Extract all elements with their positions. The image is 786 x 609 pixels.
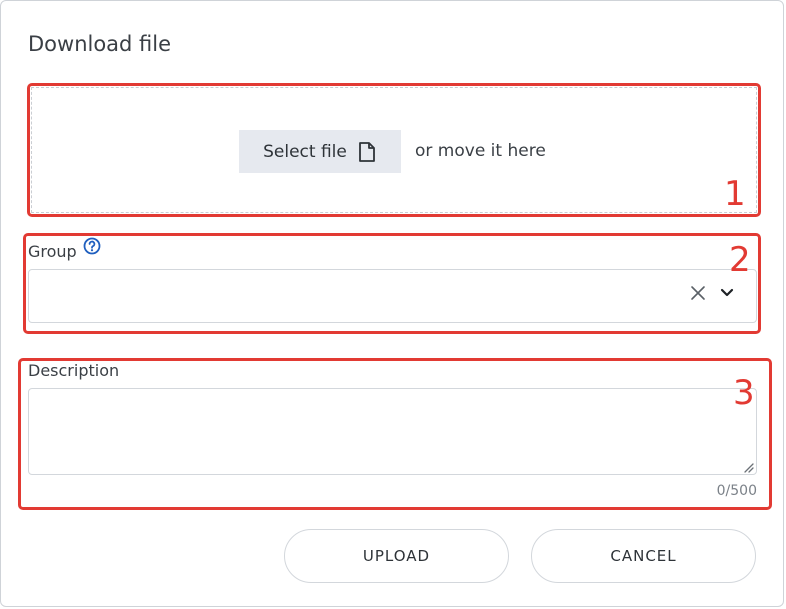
download-file-dialog: Download file Select file or move it her… [0,0,784,607]
annotation-number-1: 1 [724,174,746,214]
annotation-number-3: 3 [733,373,755,413]
dialog-title: Download file [28,32,172,56]
annotation-number-2: 2 [729,240,751,280]
cancel-button[interactable]: CANCEL [531,529,756,583]
upload-button[interactable]: UPLOAD [284,529,509,583]
annotation-box-3 [18,358,772,510]
annotation-box-2 [23,233,761,334]
annotation-box-1 [27,83,761,217]
